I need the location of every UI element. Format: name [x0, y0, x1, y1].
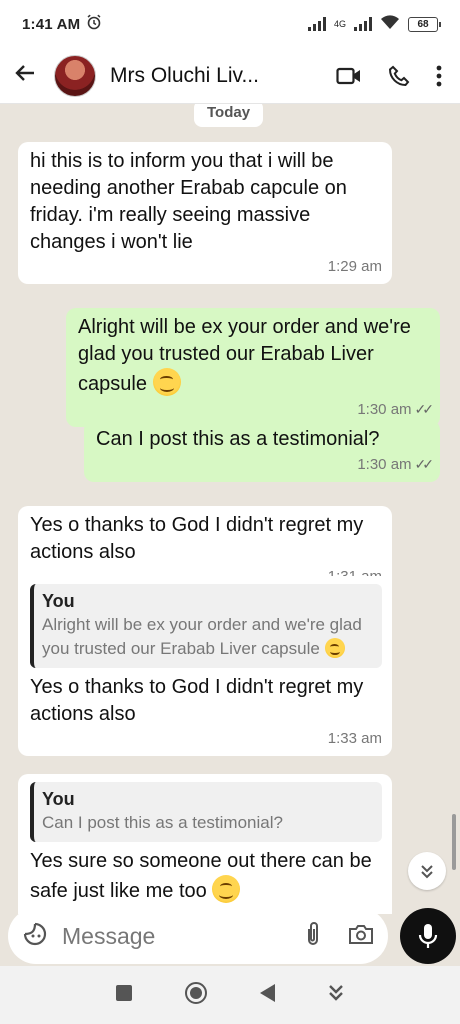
message-time: 1:30 am — [357, 401, 412, 418]
message-text: Yes o thanks to God I didn't regret my a… — [30, 514, 364, 563]
camera-icon[interactable] — [348, 923, 374, 950]
battery-icon: 68 — [408, 16, 441, 32]
message-input[interactable]: Message — [62, 923, 155, 950]
message-text: Alright will be ex your order and we're … — [78, 316, 411, 395]
quoted-message[interactable]: You Alright will be ex your order and we… — [30, 584, 382, 668]
wifi-icon — [380, 14, 400, 34]
message-incoming-reply[interactable]: You Alright will be ex your order and we… — [18, 576, 392, 756]
contact-name[interactable]: Mrs Oluchi Liv... — [110, 64, 292, 88]
message-time: 1:33 am — [327, 730, 382, 747]
double-chevron-down-icon — [421, 865, 433, 879]
chat-area[interactable]: Today hi this is to inform you that i wi… — [0, 104, 460, 914]
message-composer[interactable]: Message — [8, 908, 388, 964]
system-nav-bar — [0, 966, 460, 1024]
message-time: 1:29 am — [327, 258, 382, 275]
sticker-icon[interactable] — [22, 921, 48, 952]
message-incoming-reply[interactable]: You Can I post this as a testimonial? Ye… — [18, 774, 392, 914]
message-meta: 1:30 am ✓✓ — [96, 455, 435, 474]
network-type: 4G — [333, 18, 346, 29]
alarm-icon — [86, 14, 102, 34]
more-vert-icon[interactable] — [436, 65, 442, 87]
double-check-icon: ✓✓ — [414, 456, 435, 472]
mic-icon — [418, 924, 438, 948]
quote-text-content: Alright will be ex your order and we're … — [42, 615, 362, 658]
assistant-icon[interactable] — [327, 983, 345, 1008]
quoted-message[interactable]: You Can I post this as a testimonial? — [30, 782, 382, 842]
quote-author: You — [42, 591, 75, 611]
smiling-face-emoji-icon — [324, 638, 345, 658]
video-call-icon[interactable] — [336, 66, 362, 86]
message-outgoing[interactable]: Can I post this as a testimonial? 1:30 a… — [84, 420, 440, 482]
date-chip: Today — [194, 104, 264, 127]
home-icon[interactable] — [184, 981, 208, 1010]
message-text: hi this is to inform you that i will be … — [30, 150, 347, 253]
avatar[interactable] — [54, 54, 96, 97]
status-time: 1:41 AM — [22, 15, 81, 33]
quote-text: Alright will be ex your order and we're … — [42, 613, 374, 661]
status-bar: 1:41 AM 4G 68 — [0, 0, 460, 48]
quote-author: You — [42, 789, 75, 809]
double-check-icon: ✓✓ — [414, 401, 435, 417]
signal-2-icon — [354, 17, 372, 31]
message-outgoing[interactable]: Alright will be ex your order and we're … — [66, 308, 440, 427]
message-incoming[interactable]: hi this is to inform you that i will be … — [18, 142, 392, 284]
recent-apps-icon[interactable] — [115, 984, 133, 1007]
signal-icon — [307, 17, 326, 31]
back-nav-icon[interactable] — [258, 983, 276, 1008]
tears-of-joy-emoji-icon — [212, 875, 241, 903]
phone-icon[interactable] — [388, 65, 410, 87]
attach-icon[interactable] — [304, 921, 322, 952]
status-indicators: 4G 68 — [307, 14, 441, 34]
message-time: 1:30 am — [357, 456, 412, 473]
scroll-to-bottom-button[interactable] — [408, 852, 446, 890]
chat-header: Mrs Oluchi Liv... — [0, 48, 460, 104]
back-arrow-icon[interactable] — [14, 60, 46, 91]
mic-button[interactable] — [400, 908, 456, 964]
quote-text: Can I post this as a testimonial? — [42, 813, 283, 832]
message-text: Yes o thanks to God I didn't regret my a… — [30, 676, 364, 725]
scrollbar[interactable] — [452, 814, 456, 870]
smiling-face-emoji-icon — [152, 368, 181, 396]
message-text: Can I post this as a testimonial? — [96, 428, 380, 450]
message-meta: 1:30 am ✓✓ — [78, 400, 435, 419]
message-text: Yes sure so someone out there can be saf… — [30, 850, 372, 902]
